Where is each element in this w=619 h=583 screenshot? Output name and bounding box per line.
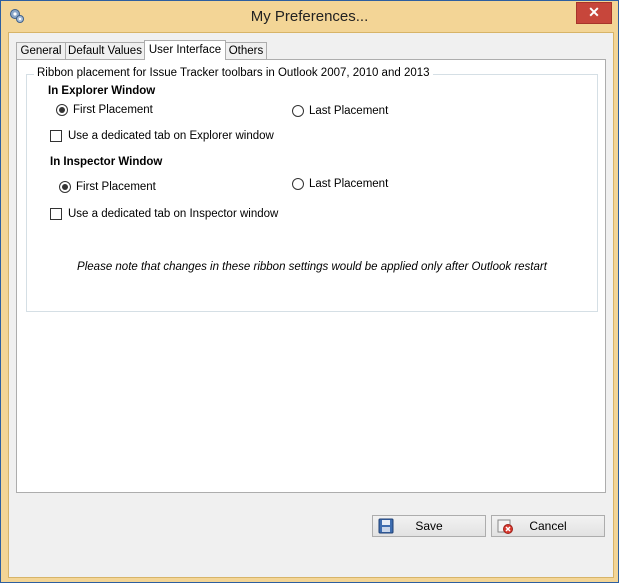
explorer-first-placement-label: First Placement [73,104,153,116]
inspector-last-placement-radio[interactable]: Last Placement [292,176,388,192]
radio-unselected [292,178,304,190]
tab-default-values[interactable]: Default Values [65,42,145,59]
group-legend: Ribbon placement for Issue Tracker toolb… [34,67,433,79]
inspector-first-placement-radio[interactable]: First Placement [59,179,156,195]
inspector-last-placement-label: Last Placement [309,178,389,190]
window-title: My Preferences... [250,8,369,25]
explorer-first-placement-radio[interactable]: First Placement [56,102,153,118]
radio-selected [59,181,71,193]
radio-unselected [292,105,304,117]
close-icon: ✕ [588,4,600,20]
dialog-body: General Default Values User Interface Ot… [8,32,614,578]
user-interface-panel: Ribbon placement for Issue Tracker toolb… [16,59,606,493]
title-bar[interactable]: My Preferences... ✕ [1,1,618,32]
cancel-button[interactable]: Cancel [491,515,605,537]
explorer-last-placement-radio[interactable]: Last Placement [292,103,388,119]
preferences-window: My Preferences... ✕ General Default Valu… [0,0,619,583]
close-button[interactable]: ✕ [576,2,612,24]
cancel-label: Cancel [529,519,567,533]
tab-user-interface[interactable]: User Interface [144,40,226,60]
ribbon-placement-group: Ribbon placement for Issue Tracker toolb… [26,67,598,312]
tab-general[interactable]: General [16,42,66,59]
save-button[interactable]: Save [372,515,486,537]
radio-selected [56,104,68,116]
explorer-last-placement-label: Last Placement [309,105,389,117]
explorer-dedicated-tab-checkbox[interactable]: Use a dedicated tab on Explorer window [50,128,274,144]
inspector-window-heading: In Inspector Window [50,156,163,168]
restart-note: Please note that changes in these ribbon… [77,261,547,273]
checkbox-box [50,130,62,142]
explorer-window-heading: In Explorer Window [48,85,156,97]
tab-others[interactable]: Others [225,42,267,59]
inspector-dedicated-tab-label: Use a dedicated tab on Inspector window [68,208,279,220]
checkbox-box [50,208,62,220]
explorer-dedicated-tab-label: Use a dedicated tab on Explorer window [68,130,274,142]
inspector-first-placement-label: First Placement [76,181,156,193]
inspector-dedicated-tab-checkbox[interactable]: Use a dedicated tab on Inspector window [50,206,278,222]
save-label: Save [415,519,443,533]
